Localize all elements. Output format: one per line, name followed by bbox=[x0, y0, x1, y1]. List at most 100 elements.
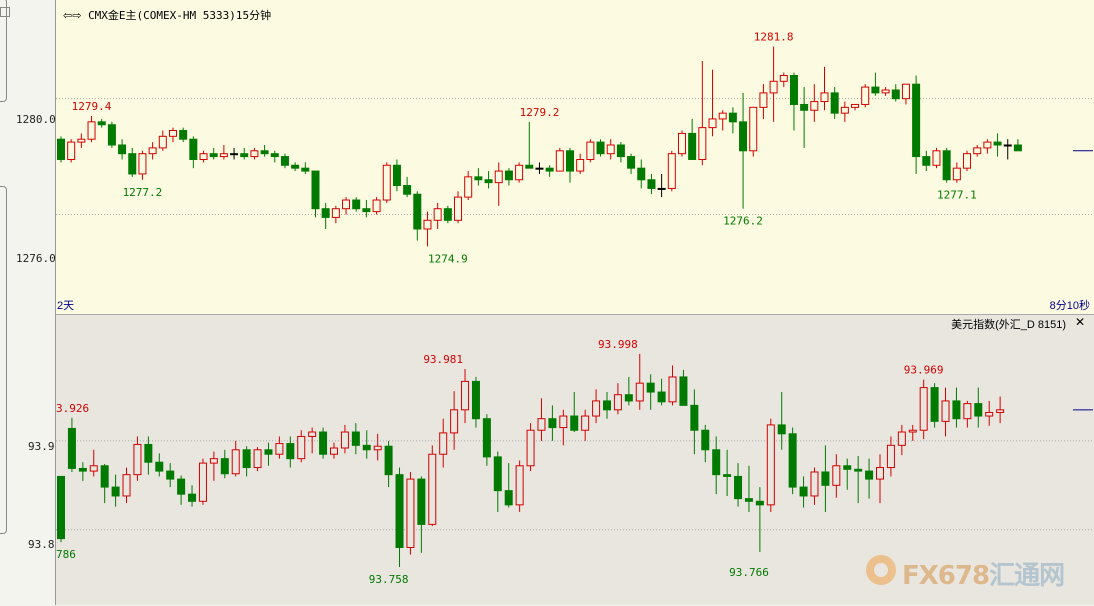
candle-body bbox=[148, 147, 157, 155]
candle-body bbox=[209, 458, 218, 464]
countdown-label: 8分10秒 bbox=[1049, 300, 1090, 312]
gold-chart-panel[interactable]: 1279.4 1277.2 1274.9 1279.2 1276.2 1281.8 1277… bbox=[55, 0, 1094, 314]
candle-body bbox=[922, 156, 931, 166]
candle-body bbox=[840, 106, 849, 114]
candle-body bbox=[535, 167, 544, 170]
candle-body bbox=[57, 475, 65, 540]
candle-body bbox=[311, 170, 320, 210]
candle-body bbox=[901, 83, 910, 100]
candle-body bbox=[983, 141, 992, 149]
candle-body bbox=[321, 208, 330, 218]
candle-body bbox=[423, 219, 432, 230]
candle-body bbox=[504, 490, 513, 506]
candle-body bbox=[708, 118, 717, 129]
candle-body bbox=[744, 498, 753, 502]
candle-body bbox=[89, 465, 98, 472]
candle-body bbox=[439, 432, 448, 455]
candle-body bbox=[493, 456, 502, 492]
candle-body bbox=[504, 170, 513, 181]
candle-body bbox=[308, 431, 317, 437]
candle-body bbox=[985, 411, 994, 417]
candle-body bbox=[260, 150, 269, 155]
candle-body bbox=[788, 433, 797, 488]
candle-body bbox=[111, 486, 120, 497]
candle-body bbox=[450, 409, 459, 434]
candle-body bbox=[690, 404, 699, 431]
left-panel-tab-bottom[interactable] bbox=[0, 186, 7, 534]
candle-body bbox=[198, 462, 207, 502]
candle-body bbox=[100, 465, 109, 488]
candle-body bbox=[810, 471, 819, 497]
candle-body bbox=[555, 150, 564, 172]
candle-body bbox=[657, 391, 666, 403]
candle-body bbox=[382, 164, 391, 201]
candle-body bbox=[177, 478, 186, 495]
price-annotation-6: 93.969 bbox=[904, 364, 944, 377]
gold-candlestick-chart: 1279.4 1277.2 1274.9 1279.2 1276.2 1281.8 1277… bbox=[56, 31, 1094, 265]
candle-body bbox=[769, 80, 778, 94]
candle-body bbox=[188, 493, 197, 502]
candle-body bbox=[613, 394, 622, 411]
candle-body bbox=[330, 447, 338, 455]
watermark-logo: FX678汇通网 bbox=[866, 553, 1076, 591]
left-right-arrows-icon[interactable]: ⇦⇨ bbox=[63, 9, 81, 22]
period-label: 2天 bbox=[57, 300, 75, 312]
candle-body bbox=[718, 112, 727, 120]
candle-body bbox=[209, 153, 218, 158]
candle-body bbox=[635, 382, 644, 402]
candle-body bbox=[474, 176, 483, 181]
candle-body bbox=[701, 429, 710, 451]
candle-body bbox=[777, 424, 786, 435]
candle-body bbox=[545, 167, 554, 172]
close-icon[interactable]: ✕ bbox=[1075, 315, 1085, 329]
candle-body bbox=[759, 92, 768, 108]
candle-body bbox=[912, 83, 921, 158]
candle-body bbox=[122, 474, 131, 497]
price-annotation-2: 1274.9 bbox=[428, 252, 468, 265]
candle-body bbox=[820, 92, 829, 103]
candle-body bbox=[291, 164, 300, 169]
candle-body bbox=[865, 470, 874, 480]
candle-body bbox=[67, 427, 76, 469]
candle-body bbox=[627, 156, 636, 169]
candle-body bbox=[647, 179, 656, 189]
candle-body bbox=[107, 124, 116, 146]
candle-body bbox=[698, 127, 707, 160]
candle-body bbox=[876, 467, 884, 480]
candle-body bbox=[728, 112, 737, 123]
candle-body bbox=[755, 500, 764, 506]
candle-body bbox=[231, 449, 240, 475]
candle-body bbox=[963, 403, 972, 420]
candle-body bbox=[973, 147, 982, 155]
candle-body bbox=[373, 445, 382, 451]
fx678-logo-icon bbox=[866, 555, 896, 585]
candle-body bbox=[657, 187, 666, 190]
candle-body bbox=[403, 185, 412, 195]
candle-body bbox=[57, 138, 65, 160]
candle-body bbox=[851, 103, 860, 108]
candle-body bbox=[319, 431, 328, 455]
price-annotation-6: 1277.1 bbox=[937, 189, 977, 202]
candle-body bbox=[286, 443, 295, 460]
price-annotation-0: 3.926 bbox=[56, 402, 89, 415]
candle-body bbox=[392, 164, 401, 187]
candle-body bbox=[596, 141, 605, 155]
candle-body bbox=[854, 468, 863, 472]
candle-body bbox=[766, 424, 775, 506]
candle-body bbox=[871, 86, 880, 94]
candle-body bbox=[340, 431, 349, 449]
candle-body bbox=[428, 453, 437, 525]
candle-body bbox=[603, 400, 611, 411]
panel-scroll-icon[interactable] bbox=[0, 7, 10, 17]
candle-body bbox=[352, 199, 361, 210]
candle-body bbox=[712, 449, 721, 476]
candle-body bbox=[128, 153, 137, 175]
candle-body bbox=[526, 429, 535, 467]
candle-body bbox=[155, 461, 164, 472]
candle-body bbox=[242, 449, 251, 469]
candle-body bbox=[559, 415, 568, 429]
candle-body bbox=[230, 153, 239, 156]
candle-body bbox=[723, 474, 732, 477]
candle-body bbox=[799, 486, 808, 497]
candle-body bbox=[930, 387, 939, 422]
